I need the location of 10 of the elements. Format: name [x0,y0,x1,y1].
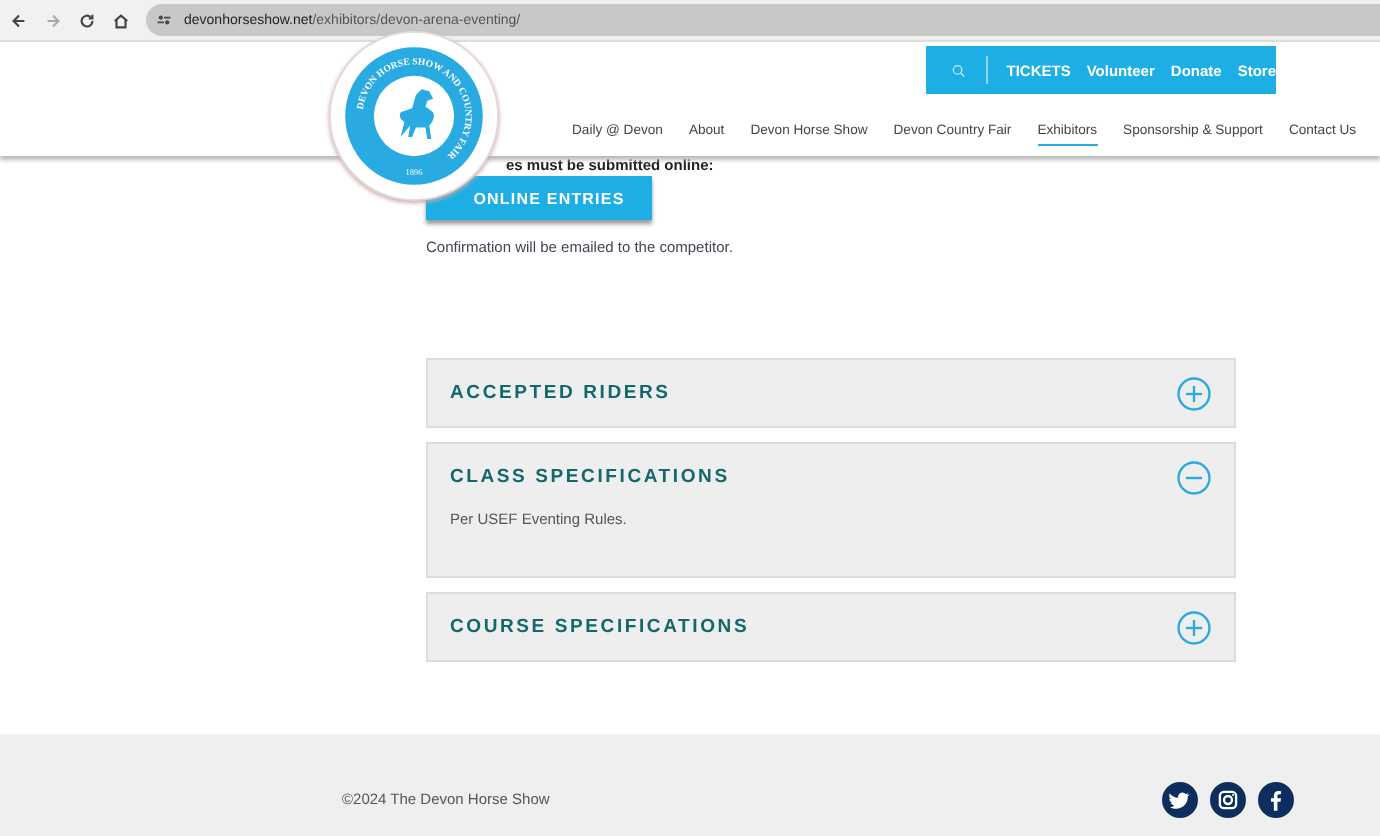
bird-icon[interactable] [1162,781,1198,817]
reload-icon[interactable] [78,11,96,29]
accordion-title[interactable]: ACCEPTED RIDERS [450,382,671,404]
accordion-title[interactable]: COURSE SPECIFICATIONS [450,616,750,638]
accordion-title[interactable]: CLASS SPECIFICATIONS [450,466,730,488]
site-settings-icon[interactable] [156,12,172,28]
facebook-icon[interactable] [1258,781,1294,817]
home-icon[interactable] [112,11,130,29]
camera-icon[interactable] [1210,781,1246,817]
back-icon[interactable] [10,11,28,29]
